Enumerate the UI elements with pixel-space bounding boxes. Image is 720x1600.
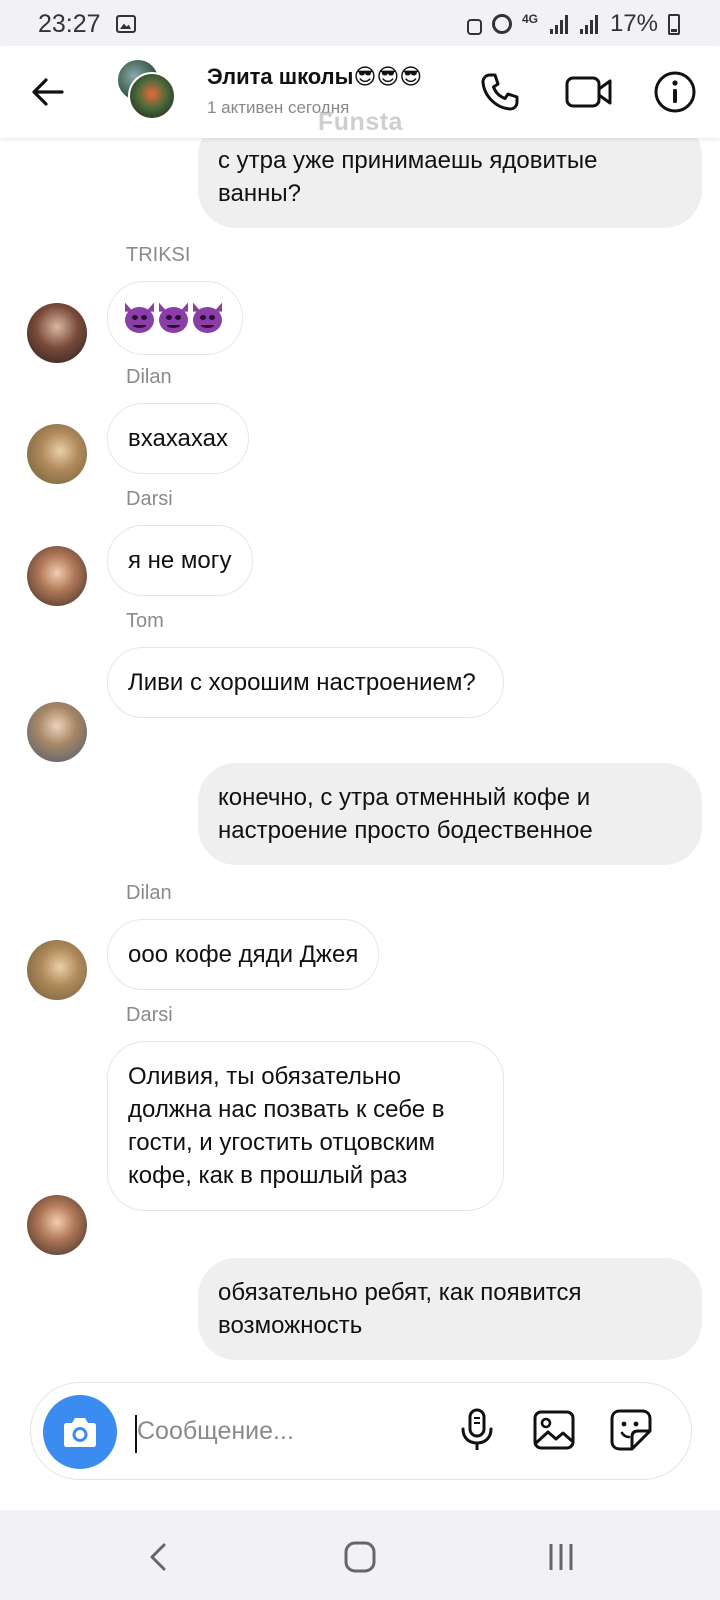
group-avatar-photo-2	[128, 72, 176, 120]
signal-icon-2	[579, 14, 600, 34]
incoming-message[interactable]: вхахахах	[107, 403, 249, 474]
message-list[interactable]: с утра уже принимаешь ядовитые ванны? TR…	[0, 118, 720, 1380]
camera-icon	[64, 1418, 96, 1447]
devil-emoji-icon	[124, 302, 155, 333]
status-bar: 23:27 4G 17%	[0, 0, 720, 46]
sender-name: TRIKSI	[126, 244, 191, 266]
video-call-button[interactable]	[563, 68, 615, 116]
gallery-notification-icon	[116, 15, 136, 33]
battery-percent: 17%	[609, 10, 658, 37]
outgoing-message[interactable]: обязательно ребят, как появится возможно…	[198, 1258, 702, 1360]
voice-message-button[interactable]	[452, 1405, 502, 1455]
avatar-darsi[interactable]	[27, 1195, 87, 1255]
avatar-darsi[interactable]	[27, 546, 87, 606]
message-input[interactable]	[137, 1409, 437, 1453]
sender-name: Tom	[126, 610, 164, 632]
nav-back-button[interactable]	[138, 1535, 182, 1579]
camera-button[interactable]	[43, 1395, 117, 1469]
avatar-dilan[interactable]	[27, 424, 87, 484]
status-icons: 4G 17%	[466, 10, 680, 38]
sender-name: Darsi	[126, 1004, 173, 1026]
nav-home-button[interactable]	[338, 1535, 382, 1579]
outgoing-message[interactable]: конечно, с утра отменный кофе и настроен…	[198, 763, 702, 865]
system-navigation-bar	[0, 1510, 720, 1600]
status-time: 23:27	[38, 10, 101, 38]
watermark: Funsta	[318, 108, 403, 136]
incoming-message-emoji[interactable]	[107, 281, 243, 355]
sticker-icon	[610, 1409, 652, 1451]
sender-name: Dilan	[126, 882, 172, 904]
incoming-message[interactable]: Оливия, ты обязательно должна нас позват…	[107, 1041, 504, 1211]
lock-icon	[466, 19, 482, 35]
video-call-icon	[565, 76, 612, 108]
back-arrow-icon	[32, 78, 64, 106]
sticker-button[interactable]	[606, 1405, 656, 1455]
back-button[interactable]	[28, 72, 68, 112]
info-icon	[654, 71, 696, 113]
signal-icon	[549, 14, 570, 34]
chat-header: Элита школы😎😎😎 1 активен сегодня Funsta	[0, 46, 720, 138]
sender-name: Dilan	[126, 366, 172, 388]
nav-home-icon	[344, 1541, 376, 1573]
phone-icon	[481, 73, 519, 111]
incoming-message[interactable]: ооо кофе дяди Джея	[107, 919, 380, 990]
sender-name: Darsi	[126, 488, 173, 510]
audio-call-button[interactable]	[476, 68, 524, 116]
nav-back-icon	[150, 1543, 166, 1571]
nav-recents-icon	[549, 1544, 573, 1570]
incoming-message[interactable]: Ливи с хорошим настроением?	[107, 647, 504, 718]
nav-recents-button[interactable]	[540, 1535, 584, 1579]
info-button[interactable]	[651, 68, 699, 116]
avatar-tom[interactable]	[27, 702, 87, 762]
microphone-icon	[461, 1408, 493, 1450]
avatar-dilan[interactable]	[27, 940, 87, 1000]
devil-emoji-icon	[158, 302, 189, 333]
avatar-triksi[interactable]	[27, 303, 87, 363]
group-avatar[interactable]	[116, 58, 178, 120]
battery-icon	[668, 13, 680, 35]
gallery-icon	[533, 1410, 575, 1450]
gallery-button[interactable]	[529, 1405, 579, 1455]
alarm-icon	[491, 14, 512, 34]
chat-title[interactable]: Элита школы😎😎😎	[207, 64, 422, 90]
devil-emoji-icon	[192, 302, 223, 333]
incoming-message[interactable]: я не могу	[107, 525, 253, 596]
message-composer	[30, 1382, 692, 1480]
network-type-icon: 4G	[521, 12, 538, 26]
